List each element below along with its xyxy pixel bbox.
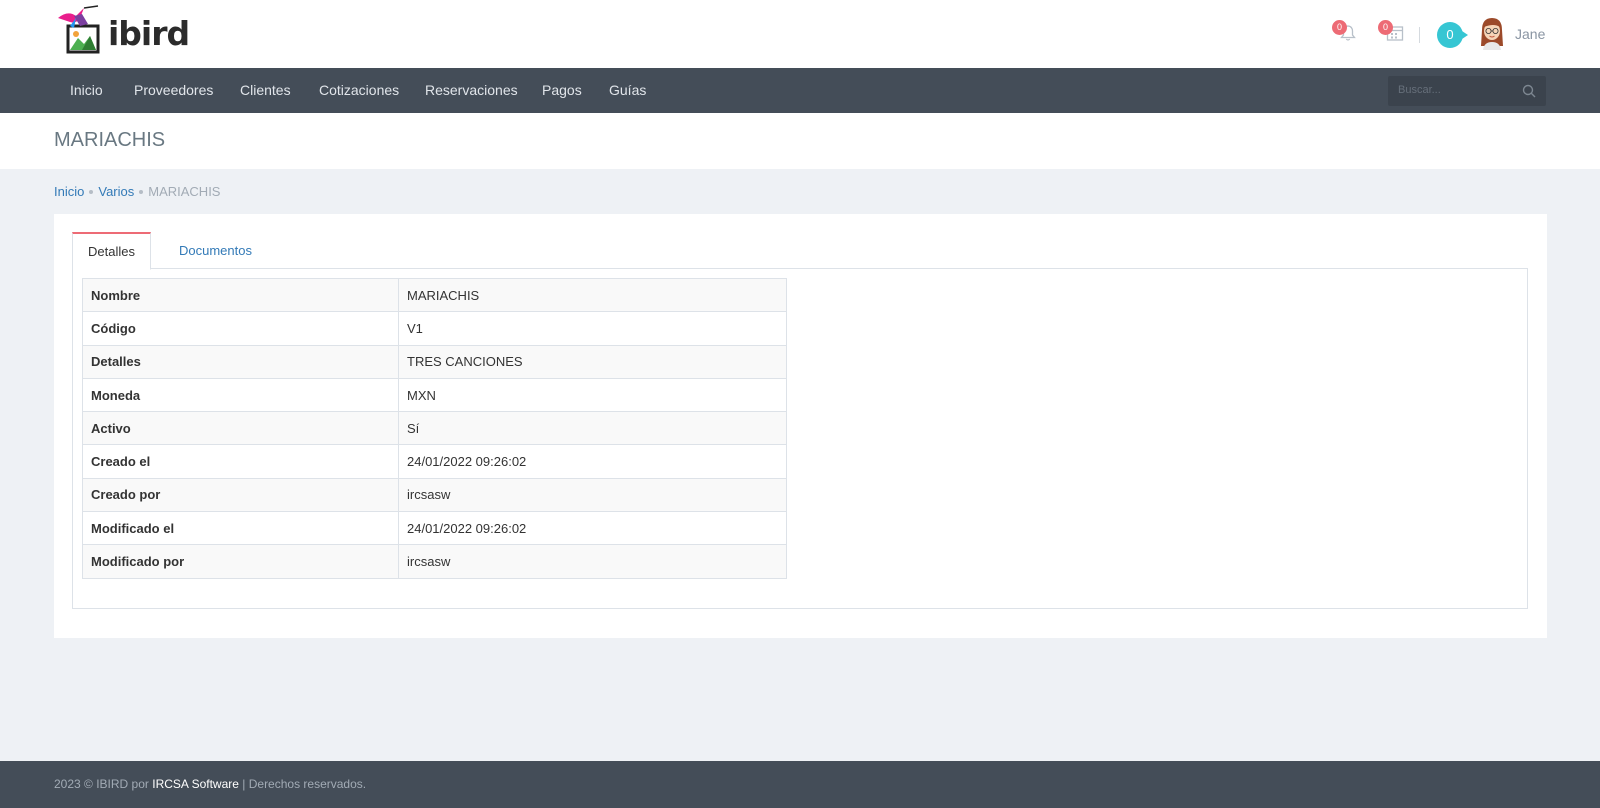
notifications-button[interactable]: 0 bbox=[1332, 20, 1360, 46]
avatar[interactable] bbox=[1478, 16, 1506, 50]
logo-text: ibird bbox=[108, 13, 190, 53]
table-row: Activo Sí bbox=[82, 411, 787, 446]
page-title-bar: MARIACHIS bbox=[0, 113, 1600, 169]
main-nav: Inicio Proveedores Clientes Cotizaciones… bbox=[0, 68, 1600, 113]
tab-panel-detalles: Nombre MARIACHIS Código V1 Detalles TRES CANC… bbox=[72, 269, 1528, 609]
field-label: Nombre bbox=[82, 277, 399, 313]
tab-documentos[interactable]: Documentos bbox=[164, 232, 267, 270]
field-value: Sí bbox=[398, 411, 787, 446]
hummingbird-logo-icon bbox=[58, 5, 100, 54]
footer-rights: | Derechos reservados. bbox=[238, 777, 367, 791]
nav-item-inicio[interactable]: Inicio bbox=[70, 68, 103, 113]
field-label: Activo bbox=[82, 411, 399, 446]
calendar-button[interactable]: 0 bbox=[1378, 20, 1406, 46]
table-row: Creado por ircsasw bbox=[82, 477, 787, 513]
nav-item-reservaciones[interactable]: Reservaciones bbox=[425, 68, 518, 113]
header-divider bbox=[1419, 27, 1420, 43]
table-row: Creado el 24/01/2022 09:26:02 bbox=[82, 444, 787, 479]
breadcrumb-current: MARIACHIS bbox=[148, 184, 221, 199]
footer-copyright: 2023 © IBIRD por bbox=[54, 777, 153, 791]
footer-text: 2023 © IBIRD por IRCSA Software | Derech… bbox=[54, 777, 366, 791]
nav-item-clientes[interactable]: Clientes bbox=[240, 68, 291, 113]
details-card: Detalles Documentos Nombre MARIACHIS Códig… bbox=[54, 214, 1547, 638]
field-value: MXN bbox=[398, 377, 787, 413]
table-row: Código V1 bbox=[82, 311, 787, 346]
table-row: Nombre MARIACHIS bbox=[82, 277, 787, 313]
table-row: Moneda MXN bbox=[82, 377, 787, 413]
field-label: Creado el bbox=[82, 444, 399, 479]
details-table: Nombre MARIACHIS Código V1 Detalles TRES CANC… bbox=[82, 277, 787, 579]
table-row: Detalles TRES CANCIONES bbox=[82, 344, 787, 379]
field-value: 24/01/2022 09:26:02 bbox=[398, 511, 787, 546]
search-box bbox=[1388, 76, 1546, 106]
field-value: 24/01/2022 09:26:02 bbox=[398, 444, 787, 479]
page-title: MARIACHIS bbox=[54, 129, 166, 151]
field-value: ircsasw bbox=[398, 477, 787, 513]
nav-item-proveedores[interactable]: Proveedores bbox=[134, 68, 213, 113]
field-value: MARIACHIS bbox=[398, 277, 787, 313]
footer: 2023 © IBIRD por IRCSA Software | Derech… bbox=[0, 761, 1600, 808]
notifications-badge: 0 bbox=[1332, 20, 1347, 35]
top-header: ibird 0 0 0 Jane bbox=[0, 0, 1600, 68]
breadcrumb-separator bbox=[139, 189, 144, 194]
field-value: V1 bbox=[398, 311, 787, 346]
field-label: Detalles bbox=[82, 344, 399, 379]
table-row: Modificado el 24/01/2022 09:26:02 bbox=[82, 511, 787, 546]
footer-brand-link[interactable]: IRCSA Software bbox=[152, 777, 239, 791]
inbox-count-button[interactable]: 0 bbox=[1437, 22, 1468, 48]
field-label: Modificado por bbox=[82, 544, 399, 579]
field-value: ircsasw bbox=[398, 544, 787, 579]
search-input[interactable] bbox=[1398, 84, 1508, 96]
breadcrumb-link-varios[interactable]: Varios bbox=[98, 184, 134, 199]
nav-item-cotizaciones[interactable]: Cotizaciones bbox=[319, 68, 399, 113]
breadcrumb-separator bbox=[89, 189, 94, 194]
tabs: Detalles Documentos bbox=[72, 232, 1528, 270]
tab-detalles[interactable]: Detalles bbox=[72, 232, 151, 270]
tasks-badge: 0 bbox=[1378, 20, 1393, 35]
field-value: TRES CANCIONES bbox=[398, 344, 787, 379]
field-label: Código bbox=[82, 311, 399, 346]
breadcrumb: Inicio Varios MARIACHIS bbox=[54, 184, 220, 199]
username[interactable]: Jane bbox=[1515, 26, 1545, 42]
logo[interactable]: ibird bbox=[54, 4, 194, 56]
field-label: Modificado el bbox=[82, 511, 399, 546]
nav-item-pagos[interactable]: Pagos bbox=[542, 68, 582, 113]
breadcrumb-link-inicio[interactable]: Inicio bbox=[54, 184, 84, 199]
field-label: Moneda bbox=[82, 377, 399, 413]
field-label: Creado por bbox=[82, 477, 399, 513]
nav-item-guias[interactable]: Guías bbox=[609, 68, 646, 113]
table-row: Modificado por ircsasw bbox=[82, 544, 787, 579]
search-icon[interactable] bbox=[1522, 84, 1536, 98]
